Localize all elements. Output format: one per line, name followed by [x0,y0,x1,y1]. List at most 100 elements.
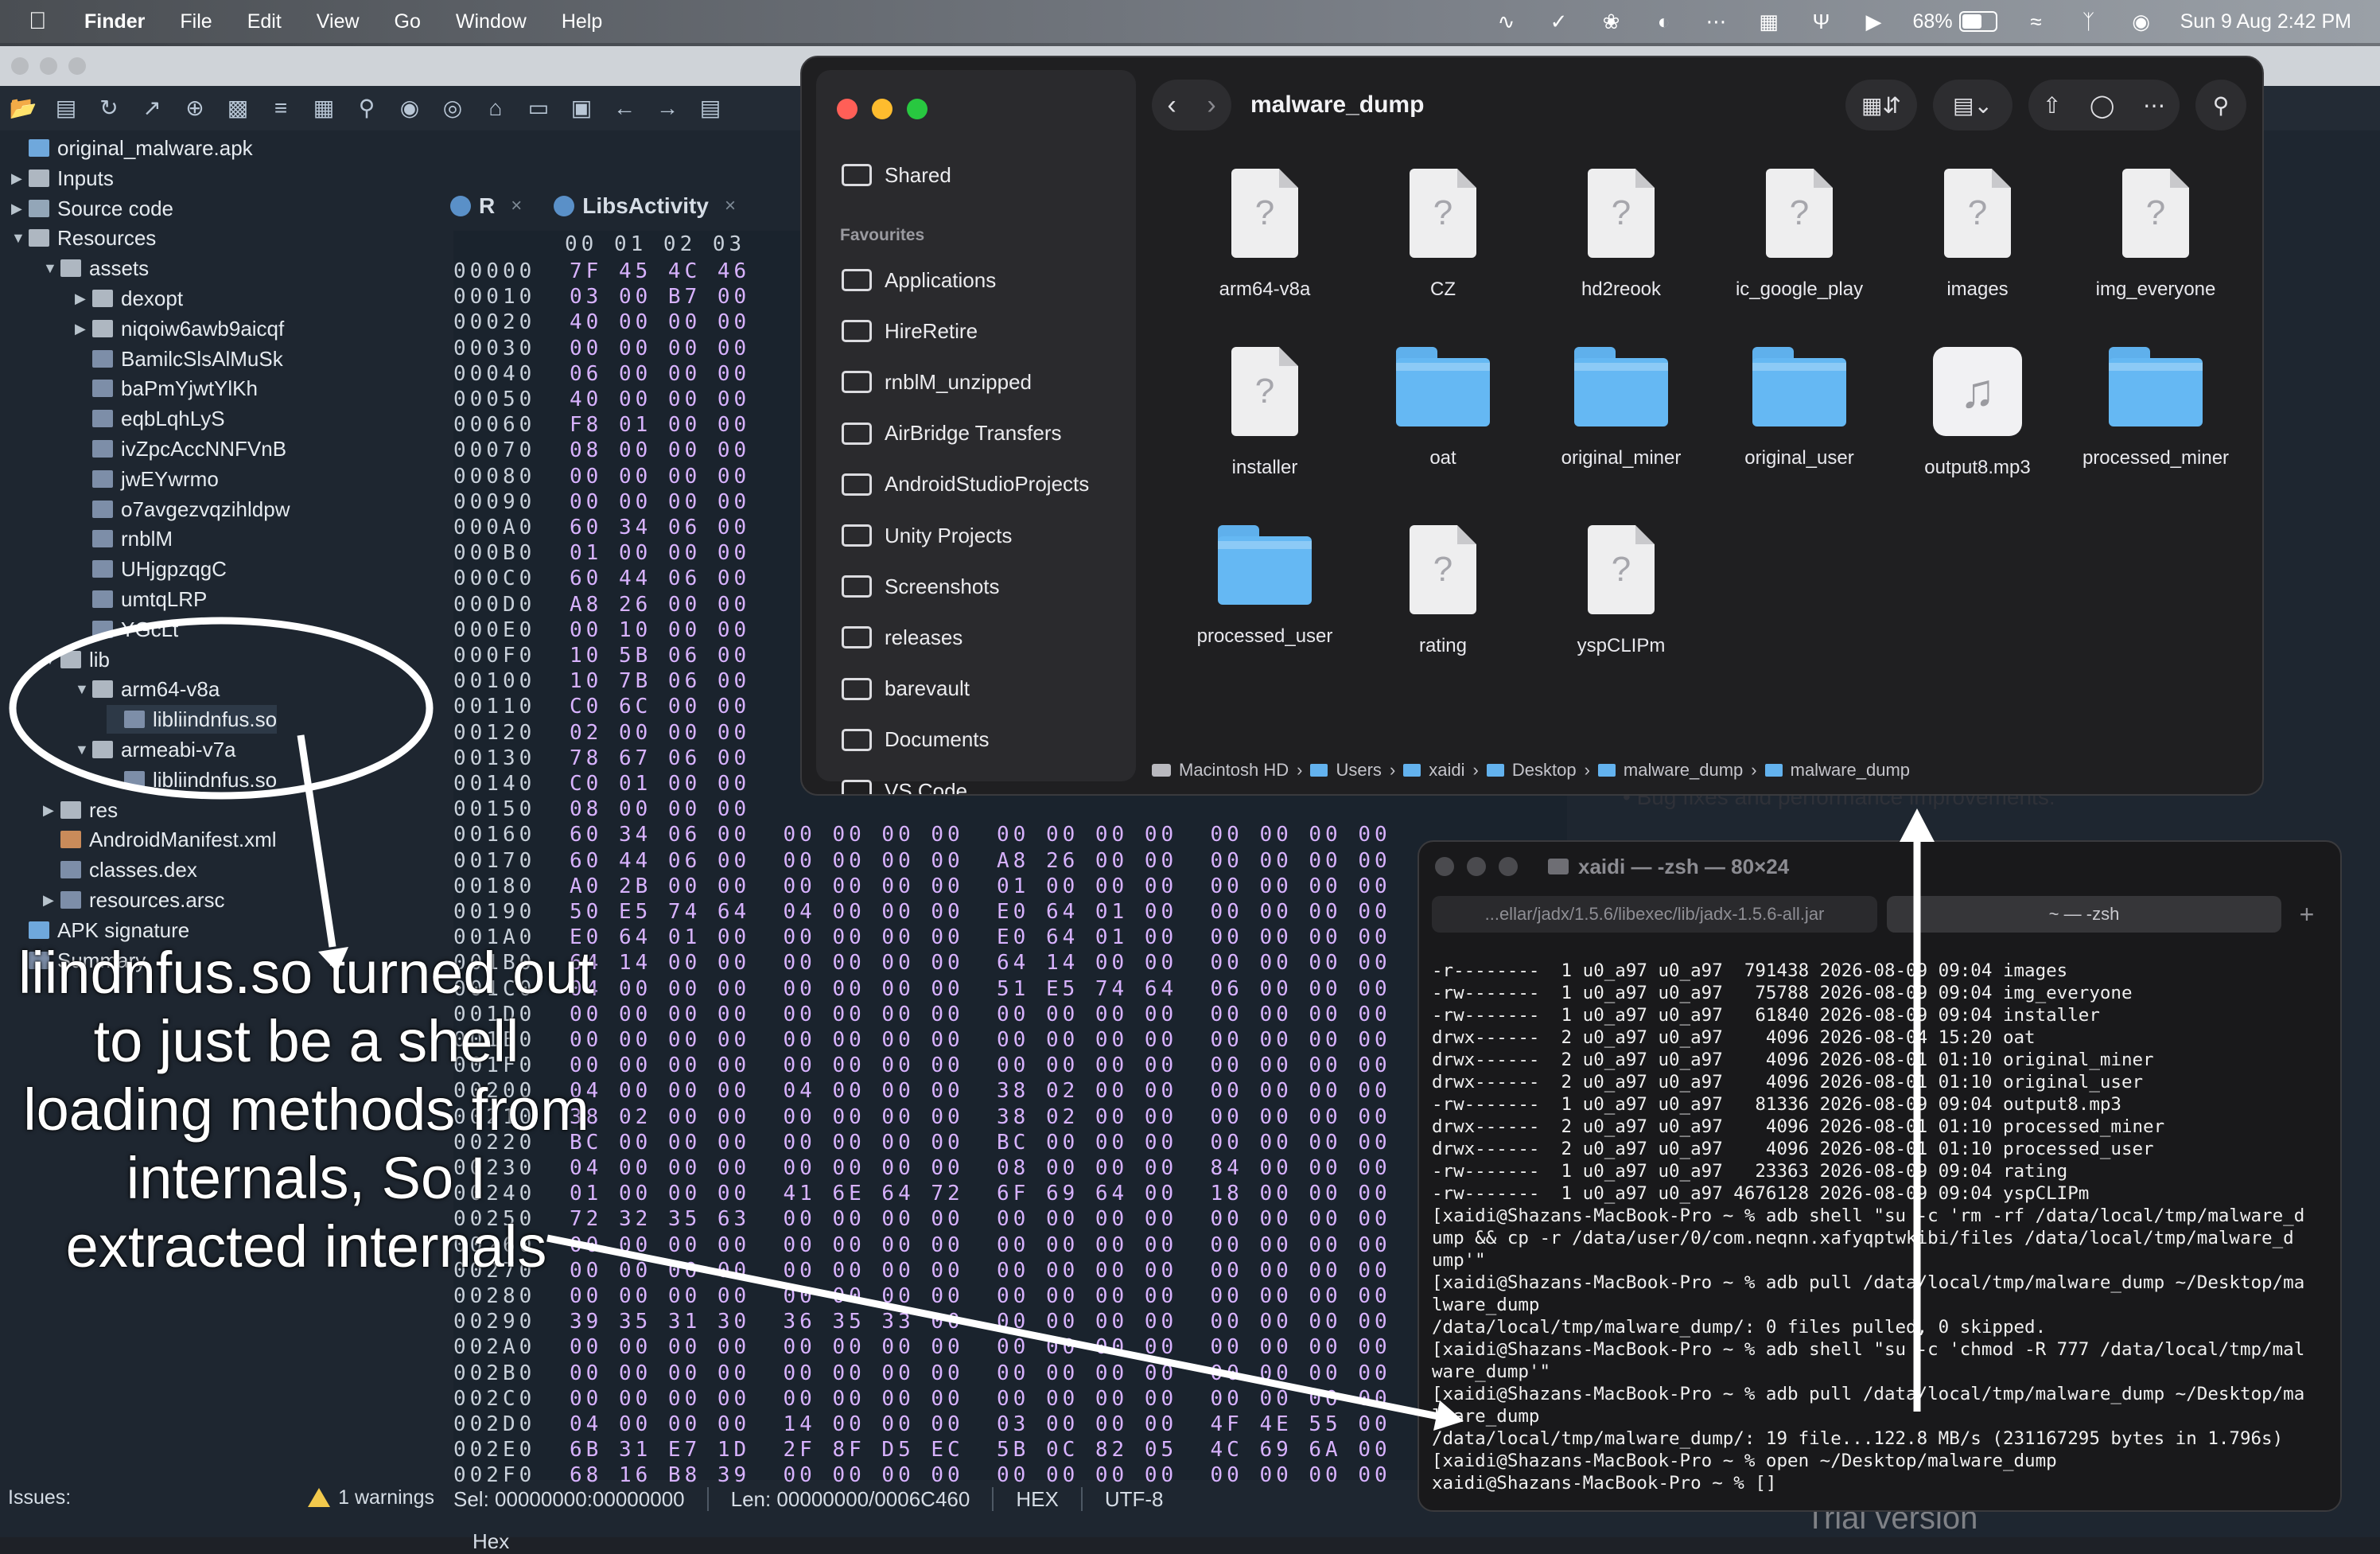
tree-item[interactable]: ▶ res [43,796,118,824]
tab-r[interactable]: R × [450,193,522,219]
group-icon[interactable]: ▤⌄ [1933,80,2012,130]
tree-item[interactable]: ▼ assets [43,254,149,282]
hex-row[interactable]: 00070 08 00 00 00 [453,438,746,464]
hex-bytes[interactable]: C0 01 00 00 [570,772,750,796]
tree-item[interactable]: libliindnfus.so [107,705,278,734]
hex-bytes[interactable]: 72 32 35 63 00 00 00 00 00 00 00 00 00 0… [570,1207,1391,1231]
tree-item[interactable]: AndroidManifest.xml [43,825,277,854]
hex-row[interactable]: 00090 00 00 00 00 [453,490,746,516]
hex-bytes[interactable]: 60 44 06 00 [570,567,750,590]
hex-row[interactable]: 00100 10 7B 06 00 [453,669,746,695]
close-button[interactable] [837,99,858,119]
terminal-output[interactable]: -r-------- 1 u0_a97 u0_a97 791438 2026-0… [1432,960,2334,1494]
hex-row[interactable]: 00000 7F 45 4C 46 [453,259,746,285]
hex-bytes[interactable]: 03 00 B7 00 [570,285,750,309]
tree-item[interactable]: ▼ lib [43,645,110,674]
forward-icon[interactable]: › [1207,90,1215,121]
hex-bytes[interactable]: E0 64 01 00 00 00 00 00 E0 64 01 00 00 0… [570,925,1391,949]
hex-bytes[interactable]: 04 00 00 00 00 00 00 00 51 E5 74 64 06 0… [570,977,1391,1001]
hex-row[interactable]: 00290 39 35 31 30 36 35 33 00 00 00 00 00… [453,1310,1387,1335]
hex-row[interactable]: 000A0 60 34 06 00 [453,516,746,541]
tree-item[interactable]: ▶ resources.arsc [43,886,225,914]
tree-item[interactable]: ▼ Resources [11,224,156,252]
contrast-icon[interactable]: ◐ [1651,10,1678,33]
hex-bytes[interactable]: BC 00 00 00 00 00 00 00 BC 00 00 00 00 0… [570,1131,1391,1155]
hex-row[interactable]: 00160 60 34 06 00 00 00 00 00 00 00 00 00… [453,823,1387,848]
hex-row[interactable]: 00170 60 44 06 00 00 00 00 00 A8 26 00 00… [453,849,1387,874]
sidebar-item-favourite[interactable]: Applications [842,258,996,302]
hex-row[interactable]: 002C0 00 00 00 00 00 00 00 00 00 00 00 00… [453,1387,1387,1412]
zoom-dot[interactable] [68,57,86,75]
hex-bytes[interactable]: 60 44 06 00 00 00 00 00 A8 26 00 00 00 0… [570,849,1391,873]
hex-bytes[interactable]: 04 00 00 00 00 00 00 00 08 00 00 00 84 0… [570,1156,1391,1180]
expand-toggle-icon[interactable]: ▶ [75,284,92,313]
sidebar-item-favourite[interactable]: AndroidStudioProjects [842,462,1089,507]
sidebar-item-favourite[interactable]: VS Code [842,769,967,794]
expand-toggle-icon[interactable]: ▼ [75,675,92,703]
apple-menu-icon[interactable]:  [29,9,52,34]
hex-bytes[interactable]: 50 E5 74 64 04 00 00 00 E0 64 01 00 00 0… [570,900,1391,924]
expand-toggle-icon[interactable]: ▶ [11,164,29,193]
hex-bytes[interactable]: 00 00 00 00 00 00 00 00 00 00 00 00 00 0… [570,1361,1391,1385]
sidebar-item-favourite[interactable]: rnblM_unzipped [842,360,1032,404]
grid-app-icon[interactable]: ▦ [1756,10,1783,33]
hex-bytes[interactable]: 00 00 00 00 00 00 00 00 00 00 00 00 00 0… [570,1233,1391,1257]
tree-item[interactable]: ▶ dexopt [75,284,183,313]
hex-bytes[interactable]: 02 00 00 00 [570,721,750,745]
hex-bytes[interactable]: 6B 31 E7 1D 2F 8F D5 EC 5B 0C 82 05 4C 6… [570,1438,1391,1462]
tree-item[interactable]: umtqLRP [75,585,207,613]
hex-bytes[interactable]: 10 7B 06 00 [570,669,750,693]
back-arrow-icon[interactable]: ← [609,93,640,123]
tree-item[interactable]: ▶ niqoiw6awb9aicqf [75,314,284,343]
finder-item[interactable]: ? rating [1354,525,1532,657]
path-item[interactable]: Desktop [1512,760,1577,781]
hex-row[interactable]: 00280 00 00 00 00 00 00 00 00 00 00 00 00… [453,1284,1387,1310]
tree-item[interactable]: ivZpcAccNNFVnB [75,434,286,463]
hex-bytes[interactable]: 00 00 00 00 00 00 00 00 00 00 00 00 00 0… [570,1335,1391,1359]
hex-row[interactable]: 002B0 00 00 00 00 00 00 00 00 00 00 00 00… [453,1361,1387,1387]
m-icon[interactable]: ▣ [566,93,597,123]
hex-bytes[interactable]: 08 00 00 00 [570,797,750,821]
expand-toggle-icon[interactable]: ▼ [11,224,29,252]
search-icon[interactable]: ⚲ [352,93,382,123]
hex-row[interactable]: 00140 C0 01 00 00 [453,772,746,797]
finder-item[interactable]: ? ic_google_play [1710,169,1888,301]
expand-toggle-icon[interactable]: ▼ [43,254,60,282]
hex-bytes[interactable]: 00 00 00 00 [570,337,750,360]
hex-row[interactable]: 000C0 60 44 06 00 [453,567,746,592]
find-usage-icon[interactable]: ◎ [438,93,468,123]
open-file-icon[interactable]: 📂 [8,93,38,123]
hex-row[interactable]: 002A0 00 00 00 00 00 00 00 00 00 00 00 00… [453,1335,1387,1361]
finder-item[interactable]: ? installer [1176,347,1354,479]
wifi-icon[interactable]: ≈ [2023,10,2050,33]
hex-row[interactable]: 00120 02 00 00 00 [453,721,746,746]
hex-bytes[interactable]: F8 01 00 00 [570,413,750,437]
hex-bytes[interactable]: 00 00 00 00 00 00 00 00 00 00 00 00 00 0… [570,1054,1391,1077]
menu-app-finder[interactable]: Finder [84,10,145,33]
hex-bytes[interactable]: 78 67 06 00 [570,746,750,770]
export-icon[interactable]: ↗ [137,93,167,123]
fork-icon[interactable]: Ψ [1808,10,1835,33]
hex-bytes[interactable]: 00 00 00 00 00 00 00 00 00 00 00 00 00 0… [570,1028,1391,1052]
sidebar-item-favourite[interactable]: Documents [842,718,990,762]
hex-bytes[interactable]: 00 10 00 00 [570,618,750,642]
tree-item[interactable]: baPmYjwtYlKh [75,374,258,403]
hex-row[interactable]: 000E0 00 10 00 00 [453,618,746,644]
hex-bytes[interactable]: 60 34 06 00 [570,516,750,539]
hex-bytes[interactable]: 40 00 00 00 [570,388,750,411]
hex-row[interactable]: 002E0 6B 31 E7 1D 2F 8F D5 EC 5B 0C 82 05… [453,1438,1387,1463]
hex-bytes[interactable]: 40 00 00 00 [570,310,750,334]
view-mode-icon[interactable]: ▦⇵ [1845,80,1917,130]
hex-bytes[interactable]: 60 34 06 00 00 00 00 00 00 00 00 00 00 0… [570,823,1391,847]
hex-row[interactable]: 000B0 01 00 00 00 [453,541,746,567]
finder-item[interactable]: ? hd2reook [1532,169,1710,301]
sidebar-item-favourite[interactable]: HireRetire [842,309,978,353]
sidebar-item-favourite[interactable]: Unity Projects [842,513,1012,558]
tree-item[interactable]: ▼ armeabi-v7a [75,735,236,764]
tree-item[interactable]: eqbLqhLyS [75,404,225,433]
forward-arrow-icon[interactable]: → [652,93,682,123]
tab-close-icon[interactable]: × [725,195,736,217]
tree-item[interactable]: UHjgpzqgC [75,555,227,583]
hex-bytes[interactable]: 39 35 31 30 36 35 33 00 00 00 00 00 00 0… [570,1310,1391,1334]
hex-row[interactable]: 000D0 A8 26 00 00 [453,593,746,618]
